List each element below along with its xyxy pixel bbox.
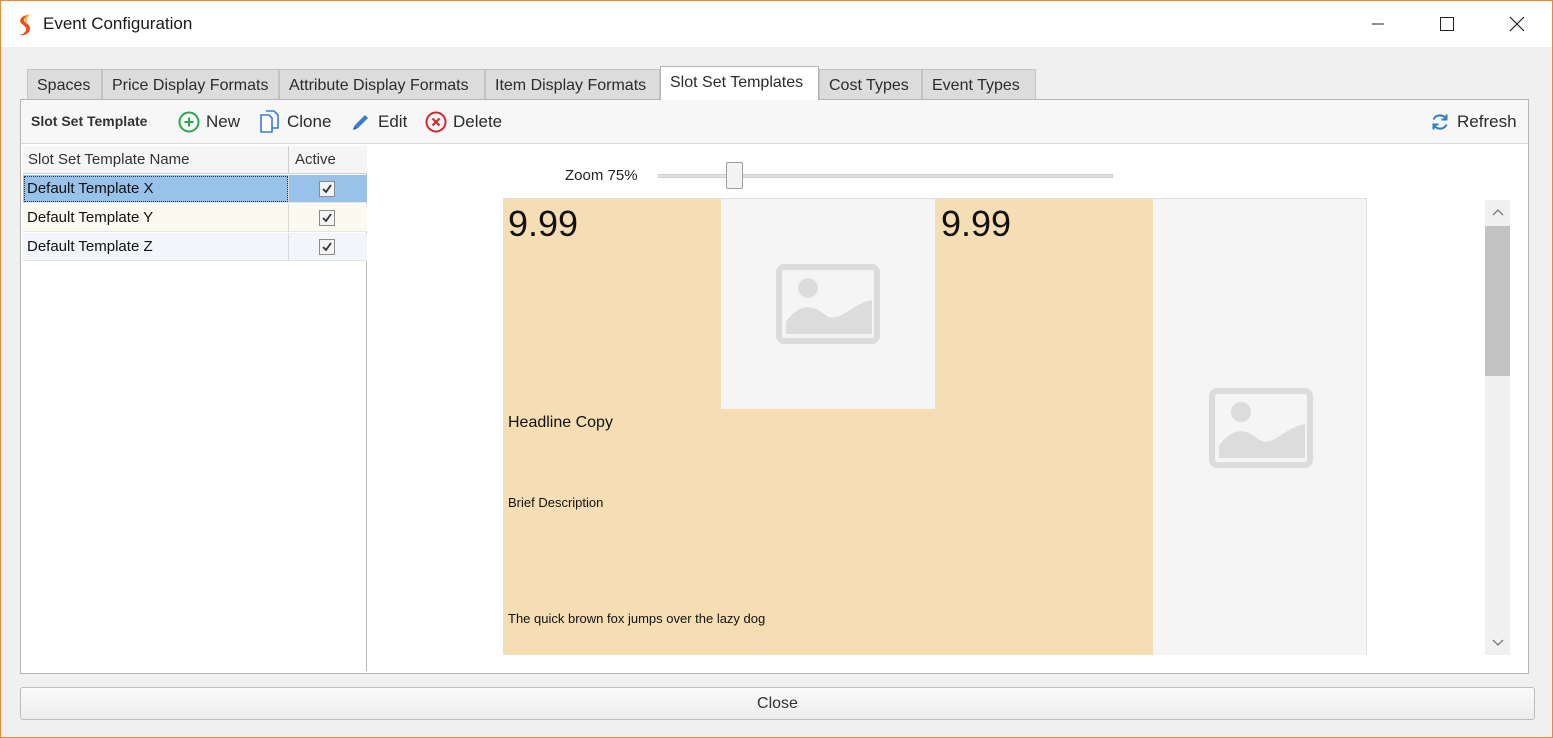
image-placeholder-icon	[776, 264, 880, 344]
brief-description: Brief Description	[508, 495, 604, 510]
templates-grid: Slot Set Template Name Active Default Te…	[23, 146, 367, 671]
clone-button-label: Clone	[287, 112, 332, 131]
template-preview-canvas: 9.99 9.99 Headline Copy Brief Descriptio…	[503, 198, 1367, 655]
close-window-button[interactable]	[1482, 1, 1552, 47]
edit-button[interactable]: Edit	[350, 109, 407, 135]
maximize-icon	[1440, 17, 1454, 31]
maximize-button[interactable]	[1412, 1, 1482, 47]
price-label-1: 9.99	[508, 203, 579, 244]
tab-cost-types[interactable]: Cost Types	[819, 69, 922, 100]
new-button[interactable]: New	[178, 109, 240, 135]
scroll-up-button[interactable]	[1485, 200, 1510, 224]
refresh-button[interactable]: Refresh	[1429, 109, 1517, 135]
scrollbar-thumb[interactable]	[1485, 226, 1510, 376]
chevron-down-icon	[1492, 639, 1503, 646]
chevron-up-icon	[1492, 209, 1503, 216]
tab-attribute-display-formats[interactable]: Attribute Display Formats	[279, 69, 485, 100]
minimize-button[interactable]	[1343, 1, 1413, 47]
close-icon	[1509, 16, 1525, 32]
tab-event-types[interactable]: Event Types	[922, 69, 1036, 100]
table-row[interactable]: Default Template X	[23, 175, 367, 203]
preview-scrollbar[interactable]	[1485, 200, 1510, 655]
headline-copy: Headline Copy	[508, 414, 613, 431]
refresh-icon	[1432, 114, 1448, 130]
tab-spaces[interactable]: Spaces	[27, 69, 102, 100]
slot-set-templates-panel: Slot Set Template New Clone Edit Delete …	[20, 99, 1529, 674]
image-placeholder-icon	[1208, 387, 1313, 468]
clone-button[interactable]: Clone	[259, 109, 331, 135]
checkmark-icon	[322, 242, 332, 252]
add-circle-icon	[178, 111, 200, 133]
image-placeholder-1	[721, 199, 935, 409]
copy-icon	[260, 110, 279, 133]
delete-circle-icon	[425, 111, 447, 133]
zoom-slider-thumb[interactable]	[726, 162, 743, 189]
active-checkbox[interactable]	[319, 210, 335, 226]
checkmark-icon	[322, 213, 332, 223]
delete-button-label: Delete	[453, 112, 503, 131]
column-header-name[interactable]: Slot Set Template Name	[23, 146, 289, 174]
window-title: Event Configuration	[43, 14, 193, 33]
title-bar: Event Configuration	[1, 1, 1552, 47]
pencil-icon	[353, 115, 368, 130]
minimize-icon	[1372, 23, 1384, 25]
app-logo-icon	[18, 14, 30, 36]
row-name-cell[interactable]: Default Template X	[23, 175, 289, 203]
row-active-cell	[289, 204, 367, 232]
row-active-cell	[289, 233, 367, 261]
tab-item-display-formats[interactable]: Item Display Formats	[485, 69, 660, 100]
event-configuration-window: Event Configuration Spaces Price Display…	[0, 0, 1553, 738]
toolbar-title: Slot Set Template	[31, 113, 148, 129]
refresh-button-label: Refresh	[1457, 112, 1517, 131]
column-header-active[interactable]: Active	[289, 146, 367, 174]
close-button[interactable]: Close	[20, 687, 1535, 720]
active-checkbox[interactable]	[319, 181, 335, 197]
delete-button[interactable]: Delete	[425, 109, 502, 135]
row-name-cell[interactable]: Default Template Y	[23, 204, 289, 232]
table-row[interactable]: Default Template Z	[23, 233, 367, 261]
row-name-cell[interactable]: Default Template Z	[23, 233, 289, 261]
row-active-cell	[289, 175, 367, 203]
checkmark-icon	[322, 184, 332, 194]
image-placeholder-2	[1153, 199, 1366, 655]
tab-price-display-formats[interactable]: Price Display Formats	[102, 69, 279, 100]
new-button-label: New	[206, 112, 241, 131]
active-checkbox[interactable]	[319, 239, 335, 255]
price-label-2: 9.99	[941, 203, 1012, 244]
edit-button-label: Edit	[378, 112, 408, 131]
table-row[interactable]: Default Template Y	[23, 204, 367, 232]
body-copy: The quick brown fox jumps over the lazy …	[508, 611, 766, 626]
toolbar: Slot Set Template New Clone Edit Delete …	[21, 100, 1528, 144]
grid-header: Slot Set Template Name Active	[23, 146, 367, 174]
zoom-label: Zoom 75%	[565, 167, 638, 184]
tab-slot-set-templates[interactable]: Slot Set Templates	[660, 66, 819, 100]
scroll-down-button[interactable]	[1485, 631, 1510, 655]
